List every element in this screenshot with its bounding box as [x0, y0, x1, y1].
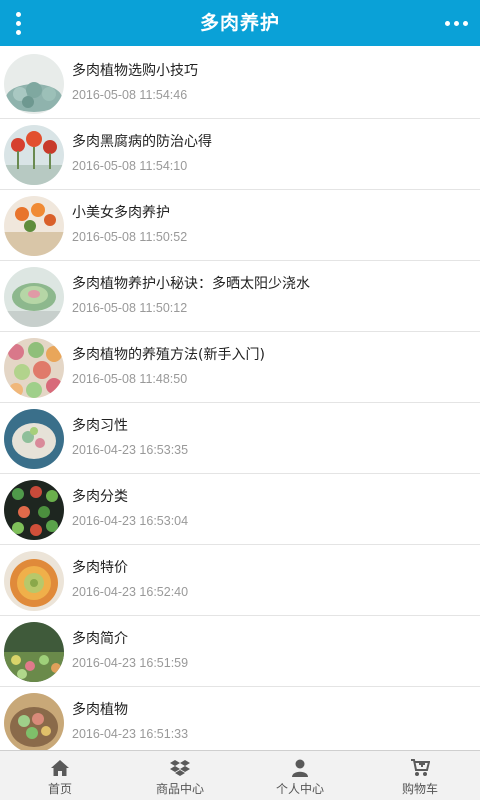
article-title: 多肉植物养护小秘诀：多晒太阳少浇水: [72, 276, 310, 292]
article-title: 多肉特价: [72, 560, 128, 576]
article-date: 2016-04-23 16:53:04: [72, 514, 189, 528]
tab-label: 首页: [47, 782, 72, 796]
tab-label: 商品中心: [155, 782, 204, 796]
list-item[interactable]: 多肉分类 2016-04-23 16:53:04: [0, 474, 480, 545]
article-date: 2016-05-08 11:48:50: [72, 372, 188, 386]
article-title: 小美女多肉养护: [72, 205, 170, 221]
article-date: 2016-05-08 11:50:12: [72, 301, 188, 315]
article-thumbnail: [4, 551, 64, 611]
page-title: 多肉养护: [199, 12, 280, 34]
list-item[interactable]: 多肉特价 2016-04-23 16:52:40: [0, 545, 480, 616]
article-title: 多肉分类: [72, 489, 128, 505]
cart-icon: [411, 759, 430, 776]
list-item[interactable]: 多肉植物 2016-04-23 16:51:33: [0, 687, 480, 752]
horizontal-dots-icon[interactable]: [438, 0, 474, 46]
tab-home[interactable]: 首页: [0, 751, 120, 800]
tab-profile[interactable]: 个人中心: [240, 751, 360, 800]
user-icon: [292, 759, 308, 777]
article-title: 多肉简介: [72, 631, 128, 647]
tab-cart[interactable]: 购物车: [360, 751, 480, 800]
tab-products[interactable]: 商品中心: [120, 751, 240, 800]
article-date: 2016-05-08 11:54:46: [72, 88, 188, 102]
article-date: 2016-04-23 16:52:40: [72, 585, 189, 599]
tab-label: 个人中心: [275, 782, 324, 796]
article-thumbnail: [4, 480, 64, 540]
article-thumbnail: [4, 622, 64, 682]
article-title: 多肉植物: [72, 702, 128, 718]
article-thumbnail: [4, 409, 64, 469]
article-title: 多肉植物选购小技巧: [72, 63, 198, 79]
list-item[interactable]: 多肉习性 2016-04-23 16:53:35: [0, 403, 480, 474]
article-thumbnail: [4, 125, 64, 185]
article-title: 多肉植物的养殖方法(新手入门): [72, 347, 265, 363]
article-title: 多肉黑腐病的防治心得: [72, 134, 212, 150]
home-icon: [51, 760, 69, 776]
article-title: 多肉习性: [72, 418, 128, 434]
app-header: 多肉养护: [0, 0, 480, 46]
list-item[interactable]: 多肉植物的养殖方法(新手入门) 2016-05-08 11:48:50: [0, 332, 480, 403]
article-date: 2016-04-23 16:53:35: [72, 443, 189, 457]
article-date: 2016-05-08 11:50:52: [72, 230, 188, 244]
list-item[interactable]: 多肉黑腐病的防治心得 2016-05-08 11:54:10: [0, 119, 480, 190]
article-date: 2016-04-23 16:51:59: [72, 656, 189, 670]
article-date: 2016-04-23 16:51:33: [72, 727, 189, 741]
article-list: 多肉植物选购小技巧 2016-05-08 11:54:46 多肉黑腐病的防治心得…: [0, 48, 480, 752]
list-item[interactable]: 多肉植物选购小技巧 2016-05-08 11:54:46: [0, 48, 480, 119]
list-item[interactable]: 小美女多肉养护 2016-05-08 11:50:52: [0, 190, 480, 261]
list-item[interactable]: 多肉简介 2016-04-23 16:51:59: [0, 616, 480, 687]
article-thumbnail: [4, 338, 64, 398]
article-thumbnail: [4, 54, 64, 114]
dropbox-icon: [170, 760, 190, 776]
list-item[interactable]: 多肉植物养护小秘诀：多晒太阳少浇水 2016-05-08 11:50:12: [0, 261, 480, 332]
article-thumbnail: [4, 693, 64, 752]
article-thumbnail: [4, 196, 64, 256]
article-thumbnail: [4, 267, 64, 327]
bottom-tab-bar: 首页 商品中心 个人中心 购物车: [0, 750, 480, 800]
tab-label: 购物车: [401, 782, 438, 796]
article-date: 2016-05-08 11:54:10: [72, 159, 188, 173]
